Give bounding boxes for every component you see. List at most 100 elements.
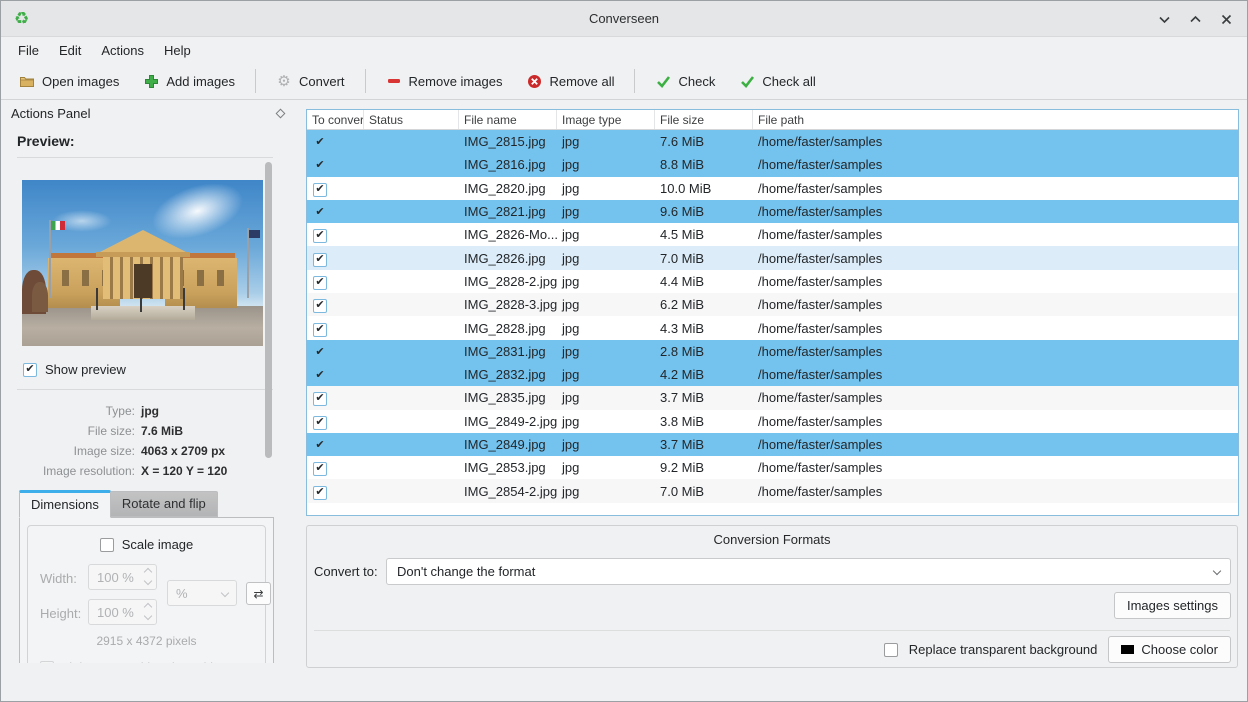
- unit-combobox[interactable]: %: [167, 580, 237, 606]
- row-checkbox[interactable]: ✔: [313, 369, 327, 383]
- menu-actions[interactable]: Actions: [92, 40, 153, 61]
- row-file-path: /home/faster/samples: [753, 227, 1238, 242]
- row-checkbox[interactable]: ✔: [313, 346, 327, 360]
- row-checkbox[interactable]: ✔: [313, 159, 327, 173]
- row-image-type: jpg: [557, 367, 655, 382]
- tab-rotate-flip[interactable]: Rotate and flip: [111, 491, 218, 517]
- row-file-path: /home/faster/samples: [753, 157, 1238, 172]
- row-file-path: /home/faster/samples: [753, 134, 1238, 149]
- swap-dimensions-button[interactable]: ⇄: [246, 582, 271, 605]
- images-settings-label: Images settings: [1127, 598, 1218, 613]
- row-checkbox[interactable]: ✔: [313, 439, 327, 453]
- col-file-name[interactable]: File name: [459, 110, 557, 129]
- check-button[interactable]: Check: [645, 68, 725, 94]
- table-row[interactable]: ✔ IMG_2831.jpg jpg 2.8 MiB /home/faster/…: [307, 340, 1238, 363]
- table-row[interactable]: ✔ IMG_2820.jpg jpg 10.0 MiB /home/faster…: [307, 177, 1238, 200]
- link-aspect-checkbox[interactable]: [40, 661, 54, 664]
- show-preview-checkbox[interactable]: ✔: [23, 363, 37, 377]
- row-checkbox[interactable]: ✔: [313, 486, 327, 500]
- panel-scrollbar-thumb[interactable]: [265, 162, 272, 458]
- row-file-path: /home/faster/samples: [753, 274, 1238, 289]
- actions-panel-header[interactable]: Actions Panel: [1, 101, 297, 127]
- tab-dimensions[interactable]: Dimensions: [19, 490, 111, 518]
- row-checkbox[interactable]: ✔: [313, 229, 327, 243]
- close-button[interactable]: [1220, 13, 1233, 26]
- actions-panel-title: Actions Panel: [11, 106, 91, 121]
- minimize-button[interactable]: [1158, 13, 1171, 26]
- choose-color-button[interactable]: Choose color: [1108, 636, 1231, 663]
- scale-image-label: Scale image: [122, 537, 194, 552]
- row-file-path: /home/faster/samples: [753, 297, 1238, 312]
- file-size-label: File size:: [9, 424, 135, 438]
- col-file-size[interactable]: File size: [655, 110, 753, 129]
- table-row[interactable]: ✔ IMG_2828-2.jpg jpg 4.4 MiB /home/faste…: [307, 270, 1238, 293]
- remove-images-button[interactable]: Remove images: [376, 68, 513, 94]
- row-checkbox[interactable]: ✔: [313, 136, 327, 150]
- table-row[interactable]: ✔ IMG_2821.jpg jpg 9.6 MiB /home/faster/…: [307, 200, 1238, 223]
- check-label: Check: [678, 74, 715, 89]
- row-file-path: /home/faster/samples: [753, 437, 1238, 452]
- float-panel-icon[interactable]: [276, 109, 286, 119]
- row-file-name: IMG_2832.jpg: [459, 367, 557, 382]
- table-row[interactable]: ✔ IMG_2853.jpg jpg 9.2 MiB /home/faster/…: [307, 456, 1238, 479]
- width-value: 100 %: [97, 570, 134, 585]
- row-checkbox[interactable]: ✔: [313, 299, 327, 313]
- row-image-type: jpg: [557, 344, 655, 359]
- row-checkbox[interactable]: ✔: [313, 462, 327, 476]
- convert-button[interactable]: ⚙ Convert: [266, 68, 355, 94]
- table-row[interactable]: ✔ IMG_2815.jpg jpg 7.6 MiB /home/faster/…: [307, 130, 1238, 153]
- menu-edit[interactable]: Edit: [50, 40, 90, 61]
- col-status[interactable]: Status: [364, 110, 459, 129]
- table-row[interactable]: ✔ IMG_2849.jpg jpg 3.7 MiB /home/faster/…: [307, 433, 1238, 456]
- add-images-label: Add images: [166, 74, 235, 89]
- menubar: File Edit Actions Help: [1, 38, 1247, 63]
- images-settings-button[interactable]: Images settings: [1114, 592, 1231, 619]
- open-images-button[interactable]: Open images: [9, 68, 129, 94]
- table-row[interactable]: ✔ IMG_2849-2.jpg jpg 3.8 MiB /home/faste…: [307, 410, 1238, 433]
- menu-file[interactable]: File: [9, 40, 48, 61]
- resolution-label: Image resolution:: [9, 464, 135, 478]
- col-image-type[interactable]: Image type: [557, 110, 655, 129]
- table-row[interactable]: ✔ IMG_2816.jpg jpg 8.8 MiB /home/faster/…: [307, 153, 1238, 176]
- preview-photo-art: [22, 180, 263, 346]
- col-to-convert[interactable]: To convert: [307, 110, 364, 129]
- row-file-size: 4.5 MiB: [655, 227, 753, 242]
- replace-background-checkbox[interactable]: [884, 643, 898, 657]
- row-file-path: /home/faster/samples: [753, 484, 1238, 499]
- convert-gear-icon: ⚙: [276, 73, 292, 89]
- table-row[interactable]: ✔ IMG_2835.jpg jpg 3.7 MiB /home/faster/…: [307, 386, 1238, 409]
- table-row[interactable]: ✔ IMG_2854-2.jpg jpg 7.0 MiB /home/faste…: [307, 479, 1238, 502]
- table-row[interactable]: ✔ IMG_2828.jpg jpg 4.3 MiB /home/faster/…: [307, 316, 1238, 339]
- row-checkbox[interactable]: ✔: [313, 416, 327, 430]
- maximize-button[interactable]: [1189, 13, 1202, 26]
- row-checkbox[interactable]: ✔: [313, 206, 327, 220]
- table-row[interactable]: ✔ IMG_2826-Mo... jpg 4.5 MiB /home/faste…: [307, 223, 1238, 246]
- row-checkbox[interactable]: ✔: [313, 183, 327, 197]
- row-checkbox[interactable]: ✔: [313, 323, 327, 337]
- scale-image-checkbox[interactable]: [100, 538, 114, 552]
- row-file-path: /home/faster/samples: [753, 460, 1238, 475]
- table-row[interactable]: ✔ IMG_2832.jpg jpg 4.2 MiB /home/faster/…: [307, 363, 1238, 386]
- row-file-path: /home/faster/samples: [753, 204, 1238, 219]
- row-checkbox[interactable]: ✔: [313, 392, 327, 406]
- height-value: 100 %: [97, 605, 134, 620]
- remove-all-button[interactable]: Remove all: [516, 68, 624, 94]
- table-row[interactable]: ✔ IMG_2828-3.jpg jpg 6.2 MiB /home/faste…: [307, 293, 1238, 316]
- table-row[interactable]: ✔ IMG_2826.jpg jpg 7.0 MiB /home/faster/…: [307, 246, 1238, 269]
- col-file-path[interactable]: File path: [753, 110, 1238, 129]
- row-file-size: 3.7 MiB: [655, 390, 753, 405]
- row-file-size: 9.6 MiB: [655, 204, 753, 219]
- row-file-name: IMG_2853.jpg: [459, 460, 557, 475]
- row-file-name: IMG_2854-2.jpg: [459, 484, 557, 499]
- format-select[interactable]: Don't change the format: [386, 558, 1231, 585]
- width-spinbox[interactable]: 100 %: [88, 564, 157, 590]
- add-images-button[interactable]: Add images: [133, 68, 245, 94]
- check-all-button[interactable]: Check all: [729, 68, 825, 94]
- menu-help[interactable]: Help: [155, 40, 200, 61]
- remove-all-icon: [526, 73, 542, 89]
- height-spinbox[interactable]: 100 %: [88, 599, 157, 625]
- row-file-size: 3.8 MiB: [655, 414, 753, 429]
- row-checkbox[interactable]: ✔: [313, 253, 327, 267]
- row-file-path: /home/faster/samples: [753, 181, 1238, 196]
- row-checkbox[interactable]: ✔: [313, 276, 327, 290]
